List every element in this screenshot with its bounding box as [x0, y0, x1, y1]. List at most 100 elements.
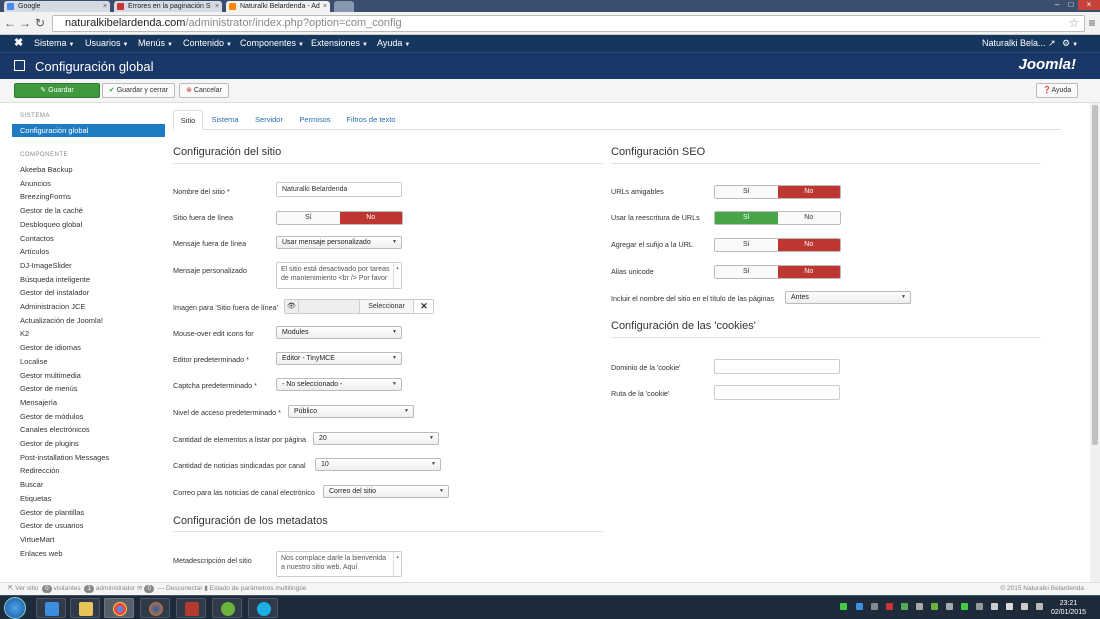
save-close-button[interactable]: ✔ Guardar y cerrar	[102, 83, 175, 98]
menu-extensiones[interactable]: Extensiones ▼	[311, 35, 368, 52]
bookmark-star-icon[interactable]: ☆	[1068, 16, 1080, 30]
network-icon[interactable]	[991, 603, 998, 610]
rewrite-toggle[interactable]: Sí No	[714, 211, 841, 225]
taskbar-explorer[interactable]	[70, 598, 100, 618]
meta-desc-textarea[interactable]: Nos complace darle la bienvenida a nuest…	[276, 551, 402, 577]
sidebar-item[interactable]: Gestor de la caché	[20, 206, 83, 215]
offline-yes-option[interactable]: Sí	[277, 212, 340, 224]
tray-app-icon[interactable]	[871, 603, 878, 610]
back-icon[interactable]: ←	[4, 16, 16, 30]
forward-icon[interactable]: →	[19, 16, 31, 30]
sidebar-item[interactable]: Gestor de usuarios	[20, 521, 83, 530]
custom-msg-textarea[interactable]: El sitio está desactivado por tareas de …	[276, 262, 402, 289]
tray-app-icon[interactable]	[931, 603, 938, 610]
sidebar-item[interactable]: Anuncios	[20, 179, 51, 188]
suffix-yes-option[interactable]: Sí	[715, 239, 778, 251]
battery-icon[interactable]	[1036, 603, 1043, 610]
new-tab-button[interactable]	[334, 1, 354, 12]
logout-link[interactable]: — Desconectar	[158, 585, 203, 592]
reload-icon[interactable]: ↻	[34, 16, 46, 30]
site-name-input[interactable]: Naturalki Belardenda	[276, 182, 402, 197]
sidebar-item[interactable]: Redirección	[20, 466, 60, 475]
select-image-button[interactable]: Seleccionar	[359, 300, 413, 313]
joomla-logo-icon[interactable]: ✖	[14, 35, 23, 52]
cookie-domain-input[interactable]	[714, 359, 840, 374]
sidebar-item[interactable]: Artículos	[20, 247, 49, 256]
clock[interactable]: 23:21 02/01/2015	[1051, 599, 1086, 617]
sidebar-item[interactable]: Etiquetas	[20, 494, 51, 503]
offline-msg-select[interactable]: Usar mensaje personalizado ▼	[276, 236, 402, 249]
save-button[interactable]: ✎ Guardar	[14, 83, 100, 98]
close-window-icon[interactable]: ×	[1078, 0, 1100, 10]
suffix-toggle[interactable]: Sí No	[714, 238, 841, 252]
taskbar-utorrent[interactable]	[212, 598, 242, 618]
sidebar-item[interactable]: Akeeba Backup	[20, 165, 73, 174]
captcha-select[interactable]: - No seleccionado - ▼	[276, 378, 402, 391]
taskbar-filezilla[interactable]	[176, 598, 206, 618]
sidebar-item[interactable]: Gestor multimedia	[20, 371, 81, 380]
multilang-link[interactable]: ▮ Estado de parámetros multilingüe	[204, 585, 306, 592]
list-limit-select[interactable]: 20 ▼	[313, 432, 439, 445]
sidebar-item[interactable]: Buscar	[20, 480, 43, 489]
minimize-icon[interactable]: –	[1050, 0, 1064, 10]
sidebar-item[interactable]: Gestor del instalador	[20, 288, 89, 297]
sidebar-item[interactable]: Búsqueda inteligente	[20, 275, 90, 284]
close-tab-icon[interactable]: ×	[103, 1, 107, 12]
friendly-no-option[interactable]: No	[777, 186, 840, 198]
tab-servidor[interactable]: Servidor	[251, 110, 287, 130]
taskbar-dropbox[interactable]	[36, 598, 66, 618]
browser-tab-errores[interactable]: Errores en la paginación S ×	[114, 1, 222, 12]
textarea-scrollbar[interactable]: ▲▼	[393, 263, 401, 288]
sidebar-item[interactable]: Gestor de menús	[20, 384, 78, 393]
browser-tab-google[interactable]: Google ×	[4, 1, 110, 12]
feed-email-select[interactable]: Correo del sitio ▼	[323, 485, 449, 498]
sidebar-item[interactable]: K2	[20, 329, 29, 338]
suffix-no-option[interactable]: No	[777, 239, 840, 251]
access-select[interactable]: Público ▼	[288, 405, 414, 418]
menu-ayuda[interactable]: Ayuda ▼	[377, 35, 410, 52]
mouseover-select[interactable]: Modules ▼	[276, 326, 402, 339]
tray-app-icon[interactable]	[976, 603, 983, 610]
help-button[interactable]: ❓Ayuda	[1036, 83, 1078, 98]
sidebar-item[interactable]: Enlaces web	[20, 549, 63, 558]
sidebar-item[interactable]: VirtueMart	[20, 535, 54, 544]
browser-menu-icon[interactable]: ≡	[1086, 16, 1098, 30]
close-tab-icon[interactable]: ×	[323, 1, 327, 12]
maximize-icon[interactable]: □	[1064, 0, 1078, 10]
sidebar-item[interactable]: Post-installation Messages	[20, 453, 109, 462]
tab-sistema[interactable]: Sistema	[207, 110, 243, 130]
view-site-link[interactable]: ⇱ Ver sitio	[8, 585, 38, 592]
sidebar-item[interactable]: Administracion JCE	[20, 302, 85, 311]
menu-componentes[interactable]: Componentes ▼	[240, 35, 304, 52]
image-path-input[interactable]	[299, 300, 359, 313]
clear-image-icon[interactable]: ✕	[413, 300, 433, 313]
cookie-path-input[interactable]	[714, 385, 840, 400]
offline-no-option[interactable]: No	[339, 212, 402, 224]
editor-select[interactable]: Editor - TinyMCE ▼	[276, 352, 402, 365]
sidebar-item[interactable]: Gestor de plugins	[20, 439, 79, 448]
taskbar-chrome[interactable]	[104, 598, 134, 618]
volume-icon[interactable]	[1021, 603, 1028, 610]
sidebar-item[interactable]: BreezingForms	[20, 192, 71, 201]
sidebar-item[interactable]: Gestor de módulos	[20, 412, 83, 421]
menu-usuarios[interactable]: Usuarios ▼	[85, 35, 128, 52]
unicode-no-option[interactable]: No	[777, 266, 840, 278]
sidebar-item-global-config[interactable]: Configuración global	[12, 124, 165, 137]
taskbar-skype[interactable]	[248, 598, 278, 618]
friendly-yes-option[interactable]: Sí	[715, 186, 778, 198]
menu-sistema[interactable]: Sistema ▼	[34, 35, 74, 52]
menu-menus[interactable]: Menús ▼	[138, 35, 173, 52]
tray-app-icon[interactable]	[916, 603, 923, 610]
page-scrollbar[interactable]	[1090, 103, 1100, 582]
sidebar-item[interactable]: Desbloqueo global	[20, 220, 82, 229]
browser-tab-admin[interactable]: Naturalki Belardenda - Ad ×	[226, 1, 330, 12]
user-menu[interactable]: ⚙ ▼	[1062, 35, 1078, 52]
cancel-button[interactable]: ⊗ Cancelar	[179, 83, 229, 98]
sidebar-item[interactable]: Canales electrónicos	[20, 425, 90, 434]
sidebar-item[interactable]: Actualización de Joomla!	[20, 316, 103, 325]
unicode-yes-option[interactable]: Sí	[715, 266, 778, 278]
tab-sitio[interactable]: Sitio	[173, 110, 203, 130]
url-input[interactable]: naturalkibelardenda.com/administrator/in…	[52, 15, 1085, 32]
sidebar-item[interactable]: DJ-ImageSlider	[20, 261, 72, 270]
tray-app-icon[interactable]	[886, 603, 893, 610]
